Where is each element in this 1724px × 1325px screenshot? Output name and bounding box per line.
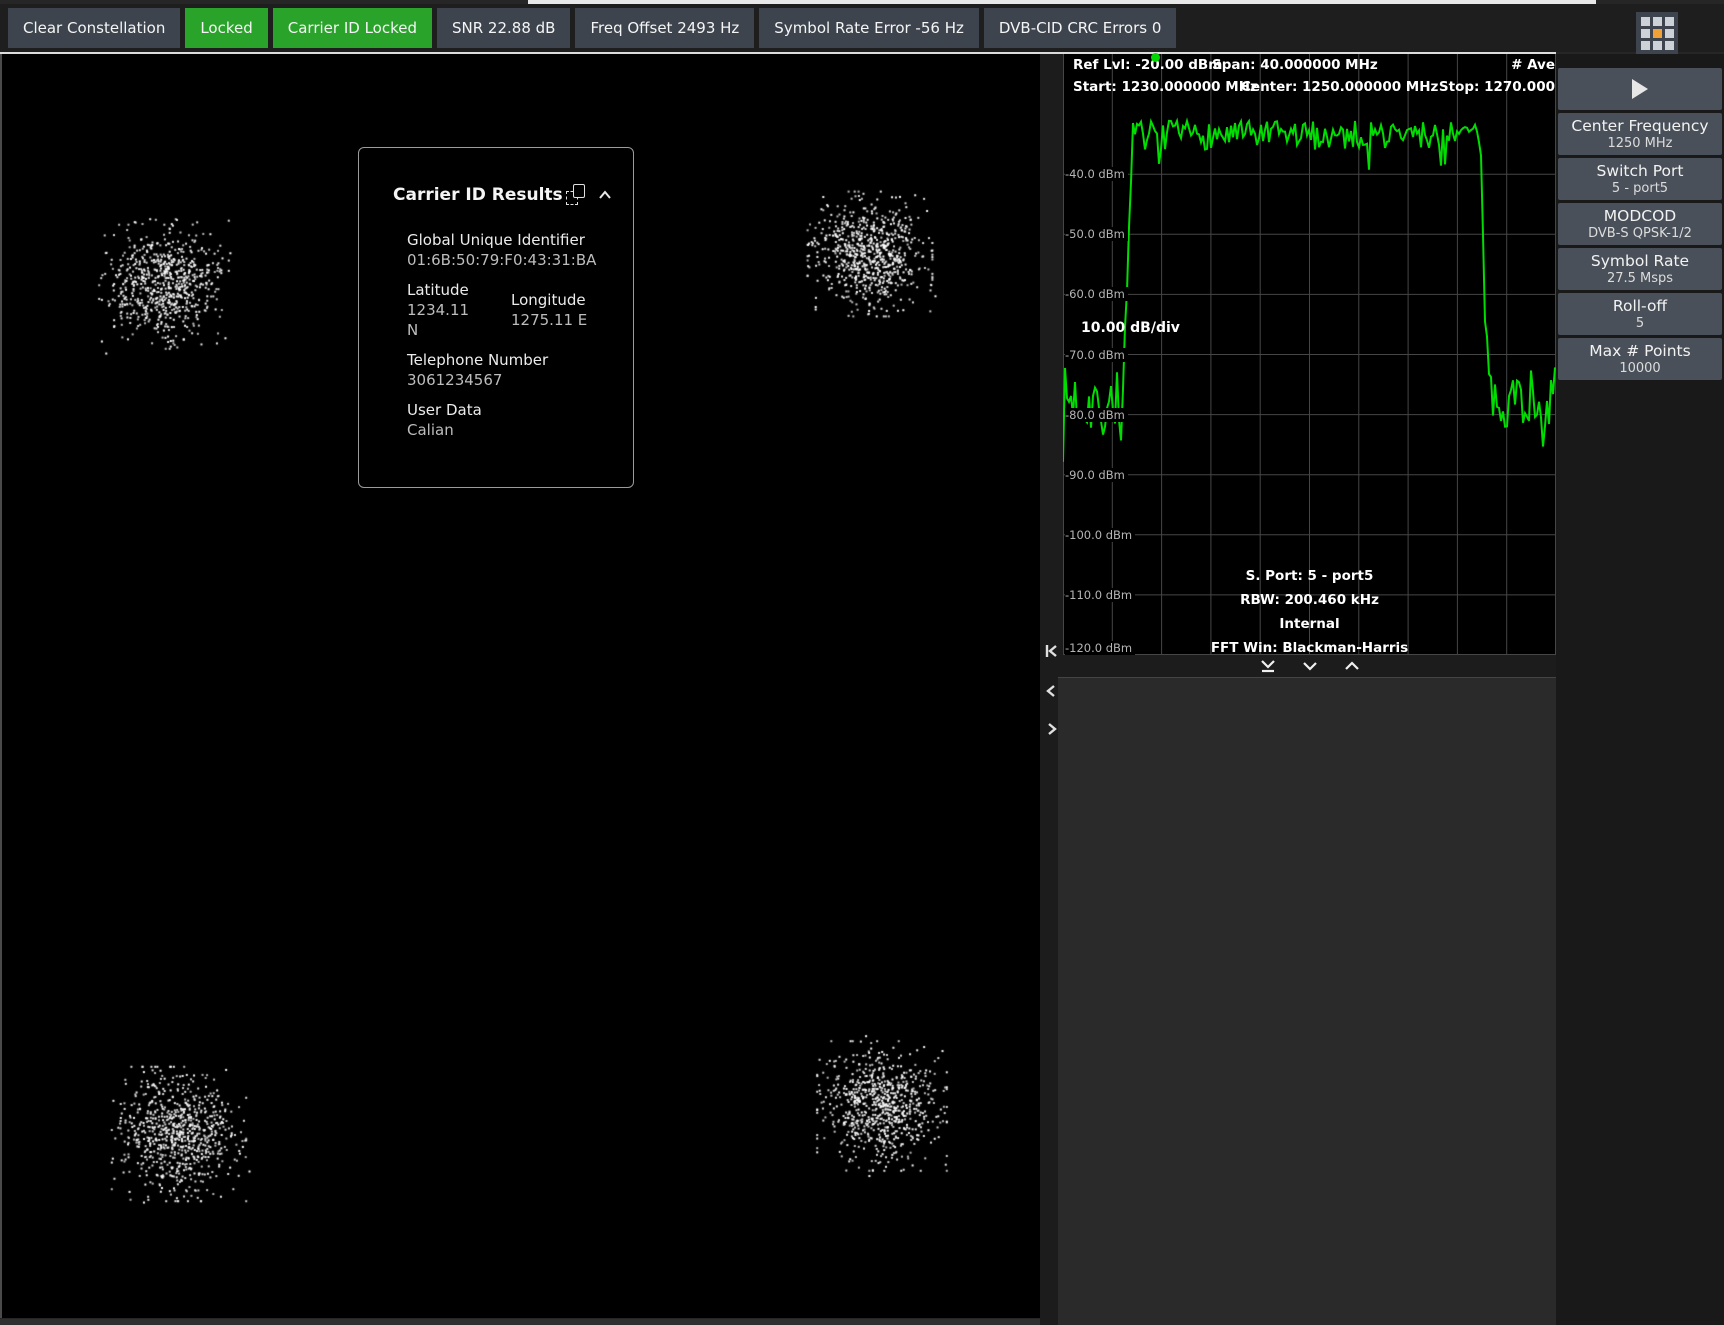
status-locked[interactable]: Locked [185,8,267,48]
y-axis-label: -40.0 dBm [1065,167,1128,181]
field-longitude: Longitude 1275.11 E [511,291,587,330]
horizontal-scrollbar[interactable] [0,1319,1040,1325]
spectrum-bottom-bar [1063,655,1556,677]
source-port-label: S. Port: 5 - port5 [1063,564,1556,588]
left-edge-border [0,54,2,1318]
collapse-left-icon [1044,643,1059,659]
collapse-down-button[interactable] [1259,658,1277,674]
span-label: Span: 40.000000 MHz [1212,57,1378,73]
start-label: Start: 1230.000000 MHz [1073,79,1258,95]
chevron-down-icon [1301,658,1319,674]
chevron-right-icon [1044,721,1059,737]
app-window: Clear Constellation Locked Carrier ID Lo… [0,0,1724,1325]
status-freq-offset[interactable]: Freq Offset 2493 Hz [575,8,754,48]
card-body: Global Unique Identifier 01:6B:50:79:F0:… [359,205,633,440]
sidebar-item-modcod[interactable]: MODCOD DVB-S QPSK-1/2 [1558,203,1722,245]
card-title: Carrier ID Results [393,185,566,205]
db-per-div-label: 10.00 dB/div [1081,320,1180,336]
marker-dot [1151,53,1160,62]
sidebar-item-roll-off[interactable]: Roll-off 5 [1558,293,1722,335]
sidebar-item-symbol-rate[interactable]: Symbol Rate 27.5 Msps [1558,248,1722,290]
sidebar-item-switch-port[interactable]: Switch Port 5 - port5 [1558,158,1722,200]
carrier-id-card: Carrier ID Results Global Unique Identif… [358,147,634,488]
sidebar: Center Frequency 1250 MHz Switch Port 5 … [1556,54,1724,1325]
y-axis-label: -90.0 dBm [1065,468,1128,482]
chevron-left-icon [1044,683,1059,699]
collapse-down-icon [1259,658,1277,674]
sidebar-item-center-frequency[interactable]: Center Frequency 1250 MHz [1558,113,1722,155]
status-carrier-id-locked[interactable]: Carrier ID Locked [273,8,432,48]
card-header: Carrier ID Results [359,148,633,205]
constellation-display[interactable]: Carrier ID Results Global Unique Identif… [0,54,1040,1318]
apps-grid-button[interactable] [1636,12,1678,54]
status-dvb-cid-crc-errors[interactable]: DVB-CID CRC Errors 0 [984,8,1177,48]
sidebar-item-max-points[interactable]: Max # Points 10000 [1558,338,1722,380]
averages-label: # Ave [1511,57,1555,73]
collapse-button[interactable] [597,188,613,202]
y-axis-label: -80.0 dBm [1065,408,1128,422]
chevron-up-icon [597,188,613,202]
field-user-data: User Data Calian [407,401,615,440]
play-button[interactable] [1558,68,1722,110]
copy-button[interactable] [566,184,585,205]
collapse-left-button[interactable] [1042,642,1060,660]
center-label: Center: 1250.000000 MHz [1241,79,1438,95]
apps-grid-icon [1641,17,1650,26]
field-global-unique-identifier: Global Unique Identifier 01:6B:50:79:F0:… [407,231,615,270]
status-snr[interactable]: SNR 22.88 dB [437,8,570,48]
reference-label: Internal [1063,612,1556,636]
field-telephone-number: Telephone Number 3061234567 [407,351,615,390]
field-latitude: Latitude 1234.11 N [407,281,511,340]
play-icon [1631,78,1649,100]
spectrum-footer: S. Port: 5 - port5 RBW: 200.460 kHz Inte… [1063,564,1556,660]
rbw-label: RBW: 200.460 kHz [1063,588,1556,612]
lower-right-panel [1058,677,1556,1325]
y-axis-label: -50.0 dBm [1065,227,1128,241]
scroll-up-button[interactable] [1343,658,1361,674]
clear-constellation-button[interactable]: Clear Constellation [8,8,180,48]
spectrum-panel[interactable]: -40.0 dBm -50.0 dBm -60.0 dBm -70.0 dBm -80.… [1063,54,1556,655]
scroll-down-button[interactable] [1301,658,1319,674]
stop-label: Stop: 1270.000 [1439,79,1555,95]
chevron-up-icon [1343,658,1361,674]
toolbar: Clear Constellation Locked Carrier ID Lo… [0,4,1724,52]
y-axis-label: -70.0 dBm [1065,348,1128,362]
ref-level-label: Ref Lvl: -20.00 dBm [1073,57,1222,73]
status-symbol-rate-error[interactable]: Symbol Rate Error -56 Hz [759,8,979,48]
y-axis-label: -60.0 dBm [1065,287,1128,301]
y-axis-label: -100.0 dBm [1065,528,1135,542]
